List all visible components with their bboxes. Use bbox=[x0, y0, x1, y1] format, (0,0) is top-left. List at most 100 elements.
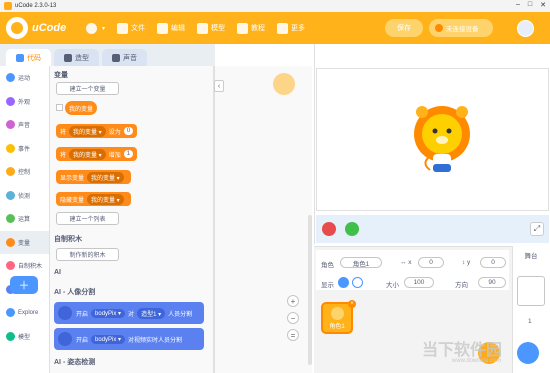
script-scrollbar[interactable] bbox=[308, 215, 312, 365]
control-icon bbox=[6, 167, 15, 177]
category-motion[interactable]: 运动 bbox=[0, 66, 49, 90]
costume-dropdown[interactable]: 造型1 ▾ bbox=[137, 307, 166, 319]
variable-checkbox[interactable] bbox=[56, 104, 63, 111]
collapse-palette-button[interactable]: ‹ bbox=[214, 80, 224, 92]
value-input[interactable]: 1 bbox=[123, 150, 134, 158]
show-eye-icon[interactable] bbox=[338, 277, 349, 288]
category-events[interactable]: 事件 bbox=[0, 137, 49, 161]
ai-body-segment-block[interactable]: 开启 bodyPix ▾ 对 造型1 ▾ 人员分割 bbox=[54, 302, 204, 324]
ai-pose-title: AI - 姿态检测 bbox=[54, 359, 96, 366]
delete-sprite-button[interactable]: × bbox=[348, 300, 356, 308]
menu-file-label: 文件 bbox=[131, 25, 146, 32]
category-model[interactable]: 模型 bbox=[0, 325, 49, 349]
category-my-blocks[interactable]: 自制积木 bbox=[0, 254, 49, 278]
change-variable-block[interactable]: 将 我的变量 ▾ 增加 1 bbox=[56, 147, 138, 161]
chevron-down-icon: ▾ bbox=[102, 25, 106, 32]
variable-dropdown[interactable]: 我的变量 ▾ bbox=[69, 148, 106, 160]
y-label: ↕ y bbox=[462, 259, 471, 266]
tutorial-icon bbox=[237, 22, 249, 34]
zoom-in-button[interactable]: + bbox=[287, 295, 299, 307]
backdrop-thumbnail[interactable] bbox=[517, 276, 545, 306]
maximize-button[interactable]: □ bbox=[528, 1, 532, 9]
value-input[interactable]: 0 bbox=[123, 127, 134, 135]
set-variable-block[interactable]: 将 我的变量 ▾ 设为 0 bbox=[56, 124, 138, 138]
backdrop-count: 1 bbox=[528, 318, 532, 325]
connect-device-button[interactable]: 未连接设备 bbox=[429, 19, 493, 37]
my-variable-reporter[interactable]: 我的变量 bbox=[65, 101, 98, 115]
lion-shorts bbox=[433, 164, 451, 172]
add-extension-button[interactable]: ＋ bbox=[10, 276, 38, 294]
category-operators[interactable]: 运算 bbox=[0, 207, 49, 231]
ai-video-segment-block[interactable]: 开启 bodyPix ▾ 对视频实时人员分割 bbox=[54, 328, 204, 350]
stop-button[interactable] bbox=[322, 222, 336, 236]
watermark-text: 当下软件园 bbox=[422, 342, 503, 359]
make-list-button[interactable]: 建立一个列表 bbox=[56, 212, 119, 225]
menu-more[interactable]: 更多 bbox=[277, 22, 305, 34]
tab-sounds[interactable]: 声音 bbox=[102, 49, 147, 66]
block-text: 对视频实时人员分割 bbox=[128, 337, 183, 344]
script-area[interactable] bbox=[215, 66, 312, 373]
variable-dropdown[interactable]: 我的变量 ▾ bbox=[69, 125, 106, 137]
minimize-button[interactable]: – bbox=[516, 1, 520, 9]
block-text: 增加 bbox=[108, 152, 121, 159]
device-label: 未连接设备 bbox=[446, 26, 479, 33]
category-explore[interactable]: Explore bbox=[0, 301, 49, 325]
make-block-button[interactable]: 制作新的积木 bbox=[56, 248, 119, 261]
direction-input[interactable]: 90 bbox=[478, 277, 506, 288]
lion-thumb-icon bbox=[331, 307, 344, 320]
lion-eye-right bbox=[446, 128, 452, 134]
category-control[interactable]: 控制 bbox=[0, 160, 49, 184]
zoom-reset-button[interactable]: = bbox=[287, 329, 299, 341]
sprite-watermark-icon bbox=[273, 73, 295, 95]
block-text: 人员分割 bbox=[168, 311, 193, 318]
sprite-name-input[interactable]: 角色1 bbox=[340, 257, 382, 268]
edit-icon bbox=[157, 22, 169, 34]
category-sensing[interactable]: 侦测 bbox=[0, 184, 49, 208]
save-button[interactable]: 保存 bbox=[385, 19, 423, 37]
close-button[interactable]: ✕ bbox=[540, 1, 546, 9]
y-input[interactable]: 0 bbox=[480, 257, 506, 268]
looks-icon bbox=[6, 96, 15, 106]
x-input[interactable]: 0 bbox=[418, 257, 444, 268]
menu-edit[interactable]: 编辑 bbox=[157, 22, 185, 34]
category-sound[interactable]: 声音 bbox=[0, 113, 49, 137]
zoom-out-button[interactable]: − bbox=[287, 312, 299, 324]
menu-model[interactable]: 模型 bbox=[197, 22, 225, 34]
model-icon bbox=[197, 22, 209, 34]
model-dropdown[interactable]: bodyPix ▾ bbox=[91, 308, 126, 318]
size-input[interactable]: 100 bbox=[404, 277, 434, 288]
hide-eye-icon[interactable] bbox=[352, 277, 363, 288]
user-avatar[interactable] bbox=[517, 20, 534, 37]
menu-file[interactable]: 文件 bbox=[117, 22, 146, 34]
lion-tail bbox=[424, 157, 431, 171]
menu-tutorial[interactable]: 教程 bbox=[237, 22, 265, 34]
code-icon bbox=[16, 53, 24, 62]
category-variables[interactable]: 变量 bbox=[0, 230, 49, 254]
variable-dropdown[interactable]: 我的变量 ▾ bbox=[87, 171, 124, 183]
model-dropdown[interactable]: bodyPix ▾ bbox=[91, 334, 126, 344]
variable-dropdown[interactable]: 我的变量 ▾ bbox=[87, 193, 124, 205]
category-label: 外观 bbox=[18, 99, 31, 106]
show-variable-block[interactable]: 显示变量 我的变量 ▾ bbox=[56, 170, 131, 184]
tab-costumes[interactable]: 造型 bbox=[54, 49, 99, 66]
language-menu[interactable]: ▾ bbox=[86, 22, 106, 34]
explore-icon bbox=[6, 308, 15, 318]
menu-bar: uCode ▾ 文件 编辑 模型 教程 更多 保存 未连接设备 bbox=[0, 12, 550, 44]
lion-logo-icon bbox=[6, 17, 28, 39]
green-flag-button[interactable] bbox=[345, 222, 359, 236]
sprite-thumb-name: 角色1 bbox=[329, 324, 345, 330]
add-backdrop-button[interactable] bbox=[517, 342, 539, 364]
lion-eye-left bbox=[432, 128, 438, 134]
hide-variable-block[interactable]: 隐藏变量 我的变量 ▾ bbox=[56, 192, 131, 206]
lion-sprite[interactable] bbox=[317, 69, 550, 212]
block-palette: 变量 建立一个变量 我的变量 将 我的变量 ▾ 设为 0 将 我的变量 ▾ 增加… bbox=[50, 66, 213, 373]
category-looks[interactable]: 外观 bbox=[0, 90, 49, 114]
block-text: 将 bbox=[60, 129, 67, 136]
close-icon: × bbox=[350, 301, 354, 307]
fullscreen-button[interactable]: ⤢ bbox=[530, 222, 544, 236]
lion-face bbox=[422, 114, 462, 154]
editor-tabs: 代码 造型 声音 bbox=[0, 44, 215, 66]
tab-code[interactable]: 代码 bbox=[6, 49, 51, 66]
make-variable-button[interactable]: 建立一个变量 bbox=[56, 82, 119, 95]
stage-canvas[interactable] bbox=[316, 68, 549, 211]
